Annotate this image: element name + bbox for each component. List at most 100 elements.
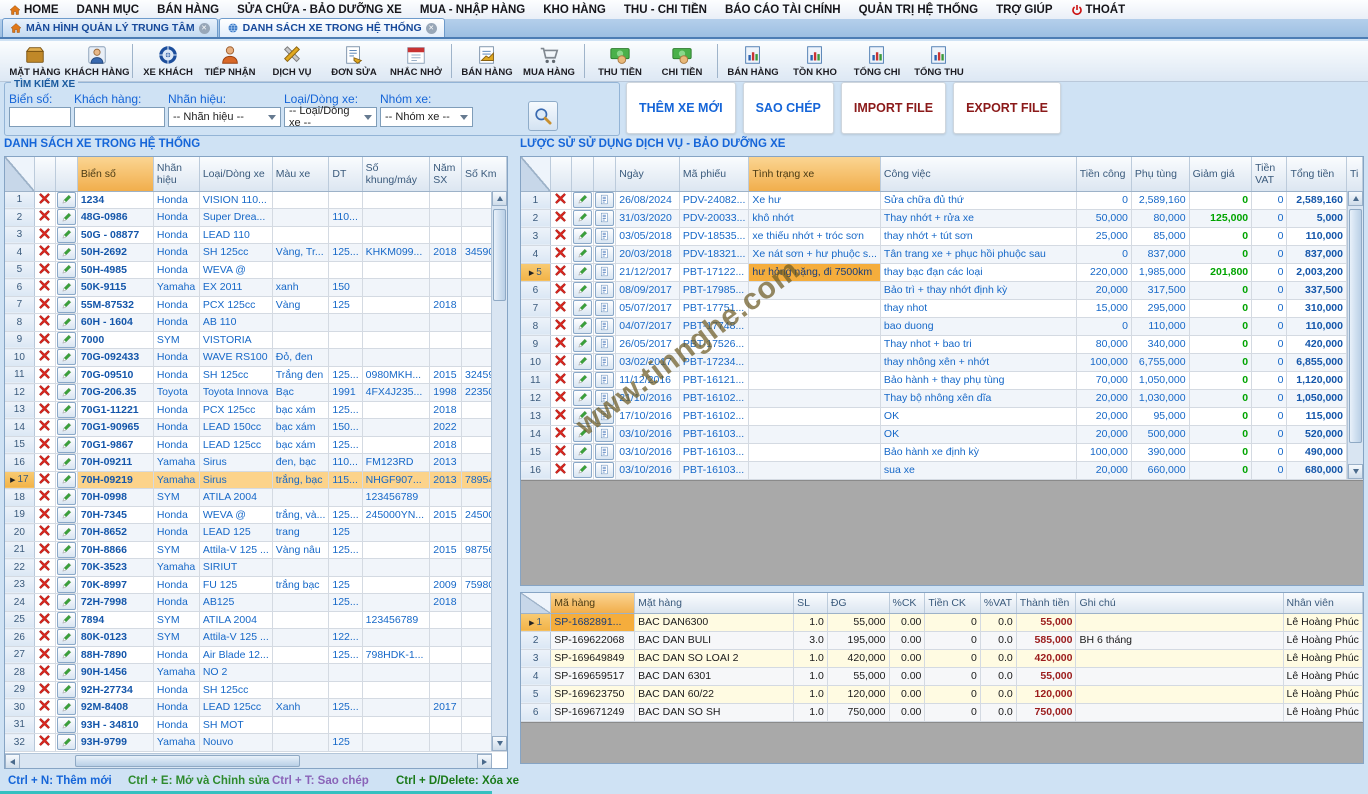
toolbar-button[interactable]: NHẮC NHỞ [385,42,447,80]
cell-code[interactable]: PBT-16103... [679,425,748,443]
cell-frame[interactable] [362,349,430,367]
cell-brand[interactable]: Honda [153,296,199,314]
doc-button[interactable] [595,390,614,406]
cell-year[interactable]: 1998 [430,384,462,402]
cell-frame[interactable] [362,261,430,279]
cell-color[interactable]: đen, bạc [272,454,329,472]
cell-frame[interactable]: 123456789 [362,611,430,629]
cell-status[interactable] [749,299,881,317]
cell-status[interactable] [749,371,881,389]
cell-code[interactable]: PBT-17526... [679,335,748,353]
edit-button[interactable] [57,244,76,260]
cell-work[interactable]: Bảo hành + thay phụ tùng [880,371,1076,389]
cell-brand[interactable]: SYM [153,489,199,507]
cell-code[interactable]: PBT-16102... [679,389,748,407]
cell-dt[interactable]: 122... [329,629,362,647]
del-button[interactable] [38,454,51,467]
cell-year[interactable]: 2015 [430,541,462,559]
cell-dt[interactable]: 125... [329,506,362,524]
cell-qty[interactable]: 1.0 [794,703,828,721]
table-row[interactable]: 11234HondaVISION 110... [5,191,507,209]
table-row[interactable]: 550H-4985HondaWEVA @ [5,261,507,279]
cell-brand[interactable]: SYM [153,611,199,629]
cell-brand[interactable]: Yamaha [153,734,199,752]
cell-code[interactable]: SP-169659517 [551,667,635,685]
cell-year[interactable] [430,349,462,367]
cell-model[interactable]: EX 2011 [199,279,272,297]
cell-frame[interactable] [362,419,430,437]
column-header[interactable]: DT [329,157,362,191]
table-row[interactable]: 126/08/2024PDV-24082...Xe hưSửa chữa đủ … [521,191,1363,209]
column-header[interactable]: %VAT [980,593,1016,613]
cell-staff[interactable]: Lê Hoàng Phúc [1283,613,1362,631]
cell-color[interactable]: bạc xám [272,419,329,437]
toolbar-button[interactable]: XE KHÁCH [137,42,199,80]
cell-date[interactable]: 03/10/2016 [616,425,680,443]
cell-pctck[interactable]: 0.00 [889,631,925,649]
table-row[interactable]: 2472H-7998HondaAB125125...2018 [5,594,507,612]
cell-dt[interactable]: 125 [329,576,362,594]
cell-pctvat[interactable]: 0.0 [980,667,1016,685]
cell-brand[interactable]: Honda [153,506,199,524]
column-header[interactable]: Năm SX [430,157,462,191]
tab-close-icon[interactable]: ✕ [199,23,210,34]
cell-dt[interactable]: 125 [329,296,362,314]
cell-staff[interactable]: Lê Hoàng Phúc [1283,649,1362,667]
cell-plate[interactable]: 70G-092433 [77,349,153,367]
cell-discount[interactable]: 0 [1189,407,1252,425]
cell-total[interactable]: 837,000 [1287,245,1347,263]
cell-work[interactable]: Thay nhớt + rửa xe [880,209,1076,227]
edit-button[interactable] [573,426,592,442]
cell-year[interactable]: 2018 [430,401,462,419]
cell-parts[interactable]: 317,500 [1131,281,1189,299]
cell-code[interactable]: SP-169622068 [551,631,635,649]
cell-year[interactable] [430,489,462,507]
cell-total[interactable]: 1,120,000 [1287,371,1347,389]
cell-plate[interactable]: 80K-0123 [77,629,153,647]
cell-brand[interactable]: Honda [153,699,199,717]
cell-year[interactable]: 2015 [430,366,462,384]
column-header[interactable]: Tiền công [1076,157,1131,191]
table-row[interactable]: 804/07/2017PBT-17748...bao duong0110,000… [521,317,1363,335]
cell-color[interactable] [272,226,329,244]
cell-color[interactable] [272,209,329,227]
toolbar-button[interactable]: ĐƠN SỬA [323,42,385,80]
row-number[interactable]: ▶5 [521,263,550,281]
cell-frame[interactable]: NHGF907... [362,471,430,489]
cell-frame[interactable] [362,681,430,699]
cell-dt[interactable]: 125 [329,524,362,542]
cell-frame[interactable] [362,296,430,314]
del-button[interactable] [38,384,51,397]
del-button[interactable] [38,437,51,450]
doc-button[interactable] [595,228,614,244]
cell-vat[interactable]: 0 [1252,335,1287,353]
column-header[interactable]: Tình trạng xe [749,157,881,191]
doc-button[interactable] [595,462,614,478]
cell-brand[interactable]: Honda [153,436,199,454]
cell-discount[interactable]: 0 [1189,245,1252,263]
table-row[interactable]: 2890H-1456YamahaNO 2 [5,664,507,682]
cell-model[interactable]: FU 125 [199,576,272,594]
del-button[interactable] [38,314,51,327]
cell-dt[interactable] [329,349,362,367]
edit-button[interactable] [573,372,592,388]
toolbar-button[interactable]: CHI TIỀN [651,42,713,80]
cell-note[interactable] [1076,649,1283,667]
plate-input[interactable] [9,107,71,127]
edit-button[interactable] [57,472,76,488]
cell-color[interactable] [272,734,329,752]
del-button[interactable] [554,264,567,277]
cell-discount[interactable]: 0 [1189,317,1252,335]
table-row[interactable]: 1317/10/2016PBT-16102...OK20,00095,00000… [521,407,1363,425]
cell-work[interactable]: thay bạc đạn các loại [880,263,1076,281]
menu-item[interactable]: BÁN HÀNG [148,4,228,16]
row-number[interactable]: 5 [5,261,34,279]
cell-brand[interactable]: Honda [153,681,199,699]
cell-year[interactable] [430,646,462,664]
column-header[interactable]: Loại/Dòng xe [199,157,272,191]
table-row[interactable]: 1670H-09211YamahaSirusđen, bạc110...FM12… [5,454,507,472]
cell-total[interactable]: 5,000 [1287,209,1347,227]
toolbar-button[interactable]: TIẾP NHẬN [199,42,261,80]
cell-name[interactable]: BAC DAN SO LOAI 2 [635,649,794,667]
cell-model[interactable]: AB 110 [199,314,272,332]
